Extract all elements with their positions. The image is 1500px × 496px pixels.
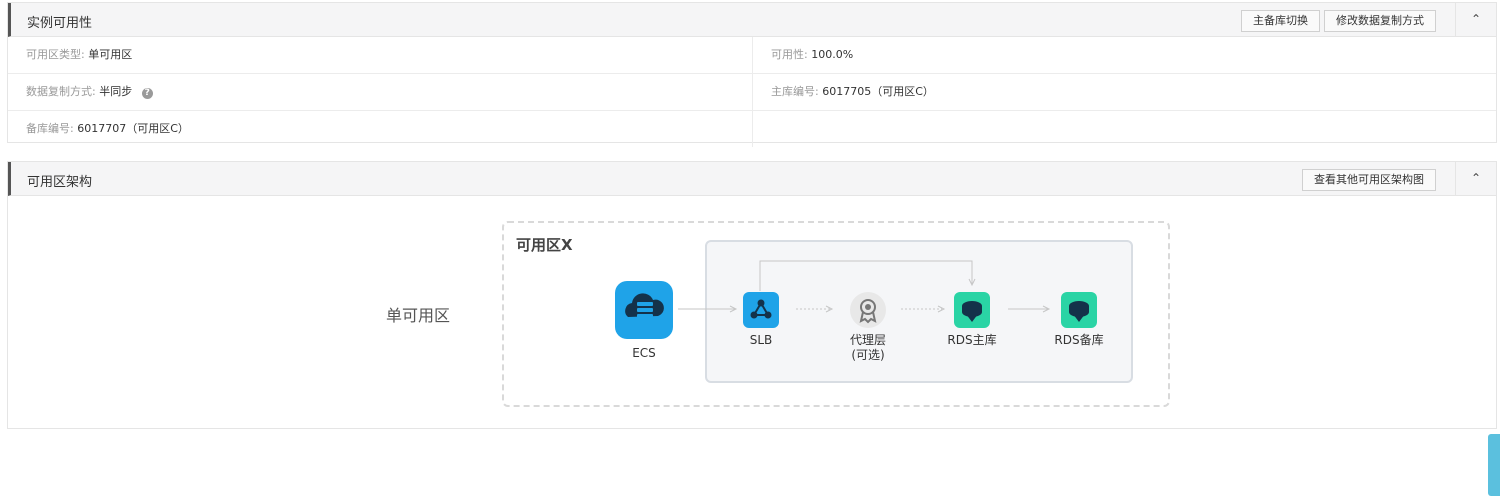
rds-primary-label: RDS主库 (947, 333, 997, 347)
availability-panel: 实例可用性 主备库切换 修改数据复制方式 ⌃ 可用区类型: 单可用区 可用性: … (7, 2, 1497, 147)
primary-id-label: 主库编号: (771, 85, 819, 98)
zone-type-value: 单可用区 (88, 48, 133, 61)
availability-panel-header: 实例可用性 主备库切换 修改数据复制方式 ⌃ (8, 3, 1496, 37)
architecture-diagram: 单可用区 可用区X ECS SLB 代理层 (可选) RDS主库 RDS备库 (8, 196, 1496, 428)
cloud-server-icon[interactable] (615, 281, 673, 339)
architecture-panel-header: 可用区架构 查看其他可用区架构图 ⌃ (8, 162, 1496, 196)
primary-id-value: 6017705（可用区C） (822, 85, 934, 98)
empty-cell (753, 111, 1496, 147)
help-icon[interactable]: ? (141, 88, 153, 99)
proxy-badge-icon[interactable] (849, 291, 887, 329)
load-balancer-icon[interactable] (743, 292, 779, 328)
primary-id-field: 主库编号: 6017705（可用区C） (753, 74, 1496, 110)
availability-value: 100.0% (811, 48, 854, 61)
switch-primary-standby-button[interactable]: 主备库切换 (1241, 10, 1320, 32)
replication-label: 数据复制方式: (26, 85, 96, 98)
info-row: 数据复制方式: 半同步 ? 主库编号: 6017705（可用区C） (8, 74, 1496, 111)
slb-label: SLB (749, 333, 773, 347)
zone-type-field: 可用区类型: 单可用区 (8, 37, 753, 73)
proxy-label: 代理层 (849, 333, 886, 347)
database-icon[interactable] (954, 292, 990, 328)
floating-side-tab[interactable] (1488, 434, 1500, 496)
replication-value: 半同步 (99, 85, 133, 98)
proxy-optional-label: (可选) (851, 348, 885, 362)
chevron-up-icon: ⌃ (1470, 171, 1482, 185)
ecs-label: ECS (632, 346, 656, 360)
standby-id-value: 6017707（可用区C） (77, 122, 189, 135)
replication-field: 数据复制方式: 半同步 ? (8, 74, 753, 110)
architecture-panel-title: 可用区架构 (27, 175, 93, 190)
availability-panel-title: 实例可用性 (27, 16, 93, 31)
availability-label: 可用性: (771, 48, 808, 61)
standby-id-field: 备库编号: 6017707（可用区C） (8, 111, 753, 147)
modify-replication-button[interactable]: 修改数据复制方式 (1324, 10, 1436, 32)
collapse-architecture-button[interactable]: ⌃ (1455, 162, 1496, 195)
zone-type-label: 可用区类型: (26, 48, 85, 61)
availability-field: 可用性: 100.0% (753, 37, 1496, 73)
info-row: 备库编号: 6017707（可用区C） (8, 111, 1496, 147)
info-row: 可用区类型: 单可用区 可用性: 100.0% (8, 37, 1496, 74)
database-icon[interactable] (1061, 292, 1097, 328)
standby-id-label: 备库编号: (26, 122, 74, 135)
chevron-up-icon: ⌃ (1470, 12, 1482, 26)
collapse-availability-button[interactable]: ⌃ (1455, 3, 1496, 36)
view-other-zones-button[interactable]: 查看其他可用区架构图 (1302, 169, 1436, 191)
architecture-panel: 可用区架构 查看其他可用区架构图 ⌃ 单可用区 可用区X ECS SLB 代理层… (7, 161, 1497, 429)
rds-standby-label: RDS备库 (1054, 333, 1104, 347)
